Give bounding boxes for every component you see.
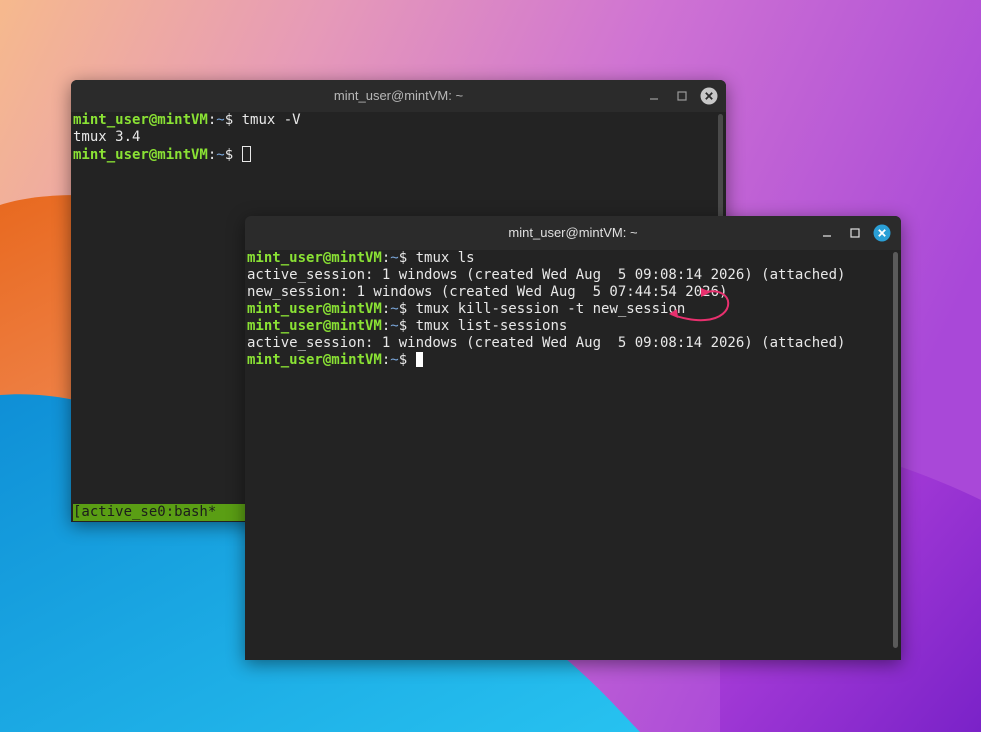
prompt-line: mint_user@mintVM:~$ (247, 352, 889, 369)
command-text: tmux kill-session -t new_session (415, 301, 686, 317)
prompt-symbol: $ (398, 301, 416, 317)
prompt-user: mint_user@mintVM (247, 301, 382, 317)
prompt-path: ~ (390, 318, 399, 334)
output-text: tmux 3.4 (73, 129, 141, 145)
title-bar[interactable]: mint_user@mintVM: ~ (245, 216, 901, 250)
text-cursor (241, 146, 251, 162)
command-text: tmux -V (241, 112, 301, 128)
command-text: tmux ls (415, 250, 475, 266)
maximize-icon[interactable] (848, 226, 862, 240)
minimize-icon[interactable] (647, 89, 661, 103)
close-icon[interactable] (700, 87, 718, 105)
output-line: active_session: 1 windows (created Wed A… (247, 267, 889, 284)
prompt-path: ~ (390, 352, 399, 368)
prompt-user: mint_user@mintVM (247, 318, 382, 334)
annotation-arrow (669, 288, 730, 322)
terminal-output[interactable]: mint_user@mintVM:~$ tmux ls active_sessio… (247, 250, 889, 369)
scrollbar[interactable] (893, 252, 898, 648)
output-line: new_session: 1 windows (created Wed Aug … (247, 284, 889, 301)
prompt-user: mint_user@mintVM (247, 250, 382, 266)
command-text: tmux list-sessions (415, 318, 568, 334)
prompt-line: mint_user@mintVM:~$ tmux -V (73, 112, 714, 129)
output-line: active_session: 1 windows (created Wed A… (247, 335, 889, 352)
prompt-path: ~ (216, 112, 225, 128)
prompt-symbol: $ (398, 250, 416, 266)
tmux-status-bar: [active_se0:bash* (73, 504, 245, 521)
prompt-line: mint_user@mintVM:~$ tmux list-sessions (247, 318, 889, 335)
prompt-user: mint_user@mintVM (73, 147, 208, 163)
prompt-line: mint_user@mintVM:~$ tmux ls (247, 250, 889, 267)
prompt-symbol: $ (398, 318, 416, 334)
prompt-path: ~ (390, 250, 399, 266)
terminal-window-front[interactable]: mint_user@mintVM: ~ mint_user@mintVM:~$ … (245, 216, 901, 660)
prompt-path: ~ (390, 301, 399, 317)
prompt-line: mint_user@mintVM:~$ tmux kill-session -t… (247, 301, 889, 318)
prompt-user: mint_user@mintVM (247, 352, 382, 368)
prompt-path: ~ (216, 147, 225, 163)
prompt-symbol: $ (224, 147, 242, 163)
minimize-icon[interactable] (820, 226, 834, 240)
output-line: tmux 3.4 (73, 129, 714, 146)
prompt-symbol: $ (224, 112, 242, 128)
window-title: mint_user@mintVM: ~ (508, 225, 638, 240)
close-icon[interactable] (873, 224, 891, 242)
prompt-user: mint_user@mintVM (73, 112, 208, 128)
prompt-line: mint_user@mintVM:~$ (73, 146, 714, 163)
maximize-icon[interactable] (675, 89, 689, 103)
window-title: mint_user@mintVM: ~ (333, 88, 464, 103)
prompt-symbol: $ (398, 352, 416, 368)
text-cursor (415, 352, 423, 367)
title-bar[interactable]: mint_user@mintVM: ~ (71, 80, 726, 112)
output-text: active_session: 1 windows (created Wed A… (247, 335, 846, 351)
terminal-output[interactable]: mint_user@mintVM:~$ tmux -V tmux 3.4 mint_… (73, 112, 714, 163)
